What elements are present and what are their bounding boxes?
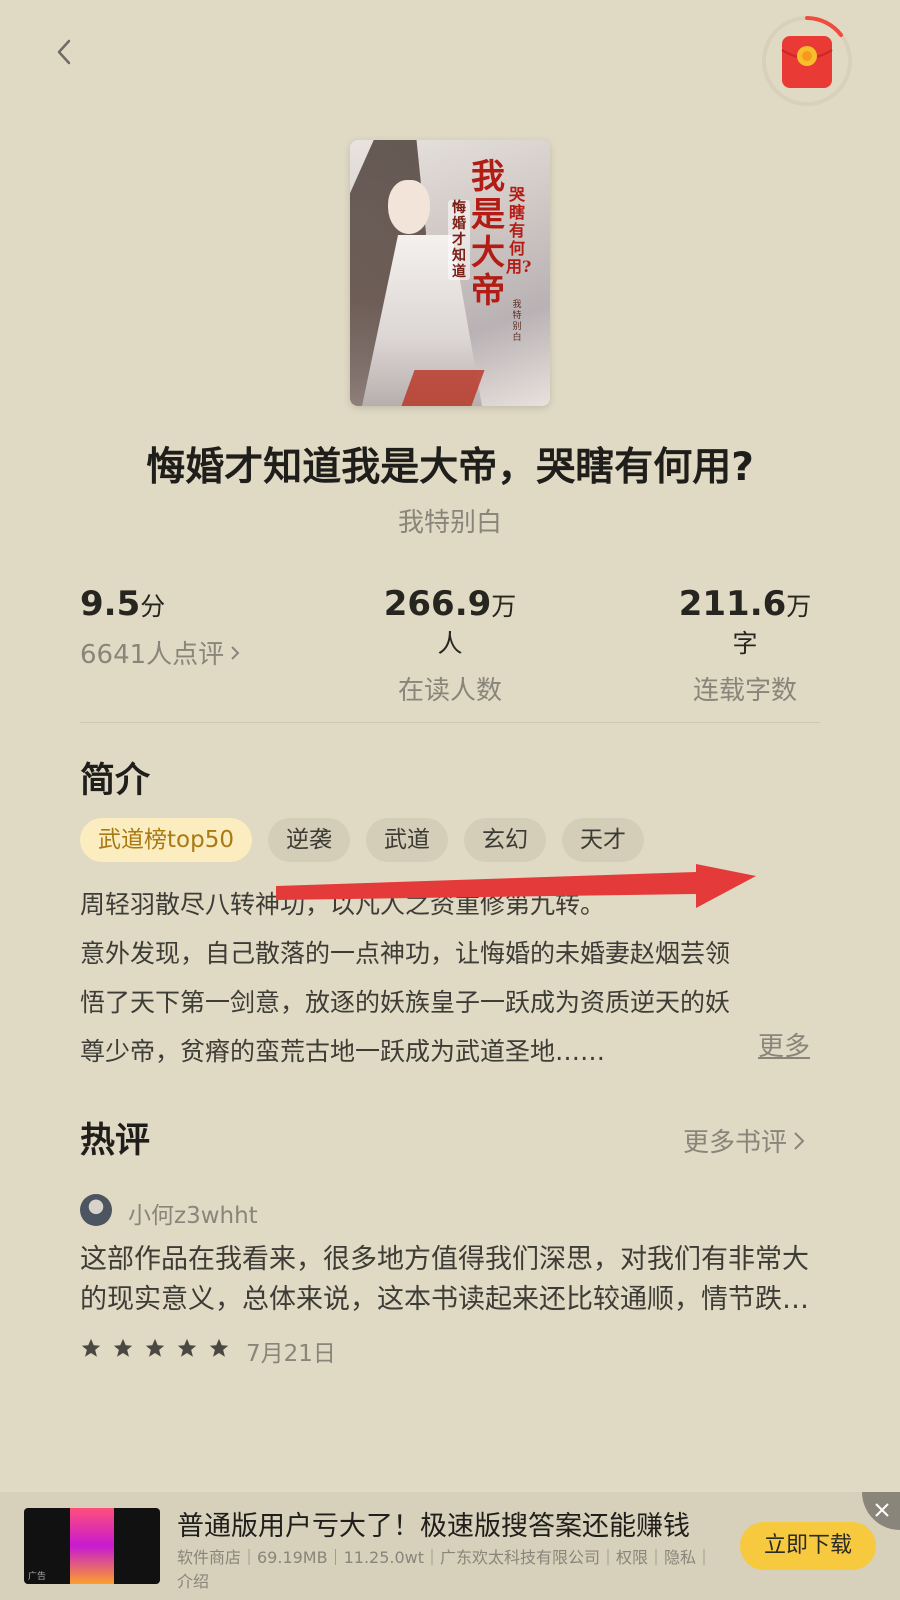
book-cover[interactable]: 悔婚才知道 我是大帝 哭瞎有何用? 我特别白 — [350, 140, 550, 406]
readers-label: 在读人数 — [397, 676, 502, 706]
tag-item[interactable]: 逆袭 — [267, 818, 350, 862]
reviews-heading: 热评 — [80, 1121, 151, 1161]
words-label: 连载字数 — [692, 676, 797, 706]
rating-stars — [80, 1337, 230, 1359]
review-text[interactable]: 这部作品在我看来，很多地方值得我们深思，对我们有非常大的现实意义，总体来说，这本… — [80, 1240, 820, 1320]
cover-left-title: 悔婚才知道 — [448, 200, 470, 280]
reviewer-name[interactable]: 小何z3whht — [128, 1196, 258, 1230]
tag-list: 武道榜top50 逆袭 武道 玄幻 天才 — [80, 818, 644, 862]
cover-author-tag: 我特别白 — [512, 300, 522, 343]
ad-thumbnail[interactable]: 广告 — [24, 1508, 160, 1584]
chevron-right-icon — [794, 1131, 805, 1150]
book-title: 悔婚才知道我是大帝，哭瞎有何用? — [146, 445, 754, 490]
red-packet-icon — [762, 16, 852, 106]
ad-title[interactable]: 普通版用户亏大了！极速版搜答案还能赚钱 — [177, 1504, 717, 1543]
ad-badge: 广告 — [28, 1572, 47, 1582]
tag-item[interactable]: 武道榜top50 — [80, 818, 252, 862]
intro-more-link[interactable]: 更多 — [758, 1026, 810, 1063]
star-icon — [113, 1338, 133, 1357]
reward-widget[interactable] — [760, 14, 854, 108]
tag-item[interactable]: 天才 — [561, 818, 644, 862]
synopsis-line: 悟了天下第一剑意，放逐的妖族皇子一跃成为资质逆天的妖 — [80, 988, 731, 1017]
tag-item[interactable]: 武道 — [365, 818, 448, 862]
cover-red-sash — [401, 370, 485, 406]
cover-sub-title: 哭瞎有何用? — [506, 185, 532, 276]
cover-main-title: 我是大帝 — [471, 157, 505, 311]
ad-banner[interactable]: 广告 普通版用户亏大了！极速版搜答案还能赚钱 软件商店｜69.19MB｜11.2… — [0, 1492, 900, 1600]
review-date: 7月21日 — [246, 1341, 336, 1367]
divider — [80, 722, 820, 723]
more-reviews-label: 更多书评 — [683, 1128, 788, 1158]
readers-value: 266.9 — [383, 584, 492, 624]
avatar[interactable] — [80, 1194, 112, 1226]
ad-close-button[interactable] — [862, 1492, 900, 1530]
more-reviews-link[interactable]: 更多书评 — [683, 1122, 805, 1159]
star-icon — [145, 1338, 165, 1357]
book-author[interactable]: 我特别白 — [0, 502, 900, 539]
annotation-arrow — [276, 864, 756, 908]
ad-meta: 软件商店｜69.19MB｜11.25.0wt｜广东欢太科技有限公司｜权限｜隐私｜… — [177, 1548, 713, 1591]
rating-count: 6641人点评 — [80, 640, 225, 670]
download-button[interactable]: 立即下载 — [740, 1522, 876, 1570]
star-icon — [209, 1338, 229, 1357]
ad-poster-image — [70, 1508, 114, 1584]
back-button[interactable] — [48, 36, 80, 68]
words-value: 211.6 — [678, 584, 787, 624]
readers-stat: 266.9万人 在读人数 — [375, 584, 525, 707]
synopsis-line: 意外发现，自己散落的一点神功，让悔婚的未婚妻赵烟芸领 — [80, 939, 731, 968]
rating-stat[interactable]: 9.5分 6641人点评 — [80, 584, 240, 671]
cover-figure-face — [388, 180, 430, 234]
rating-unit: 分 — [140, 592, 166, 621]
synopsis-line: 尊少帝，贫瘠的蛮荒古地一跃成为武道圣地…… — [80, 1037, 606, 1066]
chevron-left-icon — [57, 39, 71, 65]
chevron-right-icon — [231, 645, 240, 660]
tag-item[interactable]: 玄幻 — [463, 818, 546, 862]
words-stat: 211.6万字 连载字数 — [670, 584, 820, 707]
close-icon — [875, 1503, 889, 1517]
star-icon — [81, 1338, 101, 1357]
star-icon — [177, 1338, 197, 1357]
intro-heading: 简介 — [80, 761, 151, 801]
rating-value: 9.5 — [80, 584, 141, 624]
